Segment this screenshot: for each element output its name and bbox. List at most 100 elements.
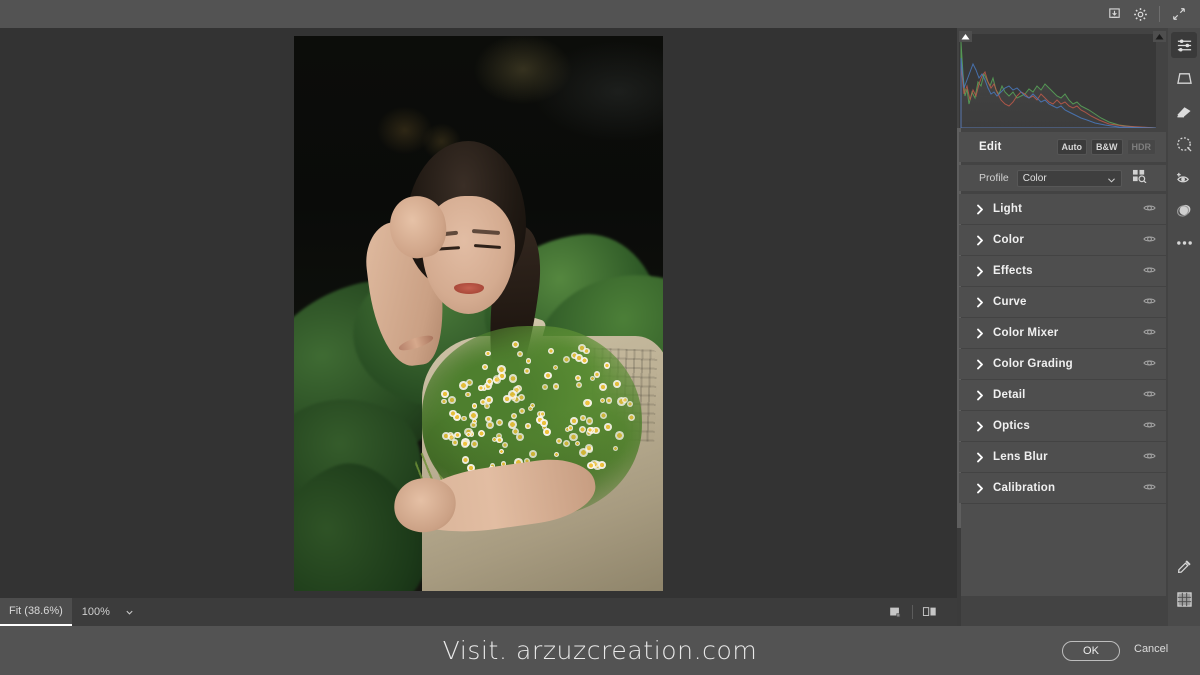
chevron-down-icon: [1107, 176, 1116, 187]
daisy-flower: [465, 391, 471, 398]
edit-sections-list: Light Color Effects Curve Color Mixer Color G…: [957, 194, 1168, 503]
histogram-graph: [959, 34, 1157, 129]
visibility-eye-icon[interactable]: [1143, 200, 1156, 218]
visibility-eye-icon[interactable]: [1143, 479, 1156, 497]
edit-section-light[interactable]: Light: [959, 194, 1166, 224]
visibility-eye-icon[interactable]: [1143, 293, 1156, 311]
daisy-flower: [502, 442, 509, 448]
daisy-flower: [492, 375, 501, 384]
before-after-view-icon[interactable]: [917, 598, 943, 626]
chevron-right-icon[interactable]: [973, 297, 987, 308]
daisy-flower: [584, 443, 593, 452]
histogram-curves: [960, 41, 1157, 129]
chevron-right-icon[interactable]: [973, 359, 987, 370]
daisy-flower: [556, 437, 563, 444]
daisy-flower: [525, 357, 532, 364]
chevron-right-icon[interactable]: [973, 235, 987, 246]
single-view-icon[interactable]: [882, 598, 908, 626]
daisy-flower: [553, 364, 559, 370]
edit-section-calibration[interactable]: Calibration: [959, 473, 1166, 503]
healing-brush-icon[interactable]: [1171, 98, 1197, 124]
daisy-flower: [478, 385, 484, 391]
chevron-right-icon[interactable]: [973, 421, 987, 432]
edit-section-detail[interactable]: Detail: [959, 380, 1166, 410]
crop-geometry-icon[interactable]: [1171, 65, 1197, 91]
daisy-flower: [562, 439, 570, 447]
edit-section-optics[interactable]: Optics: [959, 411, 1166, 441]
gear-icon[interactable]: [1127, 0, 1153, 28]
highlight-clipping-triangle[interactable]: [1153, 29, 1166, 42]
shadow-clipping-triangle[interactable]: [959, 29, 972, 42]
visibility-eye-icon[interactable]: [1143, 231, 1156, 249]
daisy-flower: [540, 418, 549, 427]
photo-preview[interactable]: [294, 36, 663, 591]
profile-row: Profile Color: [959, 165, 1166, 191]
chevron-right-icon[interactable]: [973, 204, 987, 215]
zoom-level-button[interactable]: 100%: [72, 598, 120, 626]
histogram-panel[interactable]: [957, 28, 1168, 129]
daisy-flower: [567, 425, 574, 431]
daisy-flower: [552, 383, 559, 390]
edit-section-curve[interactable]: Curve: [959, 287, 1166, 317]
edit-section-color-mixer[interactable]: Color Mixer: [959, 318, 1166, 348]
edit-section-label: Calibration: [993, 482, 1056, 494]
save-image-icon[interactable]: [1101, 0, 1127, 28]
daisy-flower: [599, 397, 605, 404]
red-eye-icon[interactable]: [1171, 164, 1197, 190]
daisy-flower: [485, 378, 493, 385]
profile-browser-grid-icon[interactable]: [1132, 169, 1147, 188]
edit-sliders-icon[interactable]: [1171, 32, 1197, 58]
edit-section-effects[interactable]: Effects: [959, 256, 1166, 286]
edit-section-label: Optics: [993, 420, 1030, 432]
chevron-right-icon[interactable]: [973, 328, 987, 339]
eyedropper-icon[interactable]: [1171, 553, 1197, 579]
visibility-eye-icon[interactable]: [1143, 386, 1156, 404]
radial-blur-icon[interactable]: [1171, 197, 1197, 223]
edit-section-lens-blur[interactable]: Lens Blur: [959, 442, 1166, 472]
daisy-flower: [524, 368, 530, 374]
right-toolbar: [1168, 28, 1200, 626]
visibility-eye-icon[interactable]: [1143, 355, 1156, 373]
daisy-flower: [485, 350, 492, 357]
visibility-eye-icon[interactable]: [1143, 448, 1156, 466]
daisy-flower: [512, 341, 519, 348]
collapse-arrows-icon[interactable]: [1166, 0, 1192, 28]
daisy-flower: [458, 381, 468, 390]
daisy-flower: [593, 371, 601, 378]
daisy-flower: [528, 449, 537, 458]
chevron-right-icon[interactable]: [973, 483, 987, 494]
visibility-eye-icon[interactable]: [1143, 262, 1156, 280]
chevron-down-icon[interactable]: [120, 598, 140, 626]
visibility-eye-icon[interactable]: [1143, 324, 1156, 342]
daisy-flower: [569, 432, 578, 441]
image-canvas[interactable]: [0, 28, 957, 598]
daisy-flower: [627, 413, 636, 422]
visibility-eye-icon[interactable]: [1143, 417, 1156, 435]
more-options-icon[interactable]: [1171, 230, 1197, 256]
chevron-right-icon[interactable]: [973, 452, 987, 463]
zoom-fit-button[interactable]: Fit (38.6%): [0, 598, 72, 626]
masking-icon[interactable]: [1171, 131, 1197, 157]
edit-section-color-grading[interactable]: Color Grading: [959, 349, 1166, 379]
daisy-flower: [583, 347, 590, 355]
status-bar: Fit (38.6%) 100%: [0, 598, 957, 626]
hdr-button[interactable]: HDR: [1126, 139, 1156, 155]
edit-section-color[interactable]: Color: [959, 225, 1166, 255]
profile-select[interactable]: Color: [1016, 169, 1122, 187]
daisy-flower: [578, 425, 586, 433]
daisy-flower: [627, 400, 634, 407]
cancel-button[interactable]: Cancel: [1134, 643, 1168, 655]
ok-button[interactable]: OK: [1062, 641, 1120, 661]
daisy-flower: [583, 398, 592, 408]
chevron-right-icon[interactable]: [973, 390, 987, 401]
daisy-flower: [603, 362, 611, 369]
edit-section-label: Color: [993, 234, 1025, 246]
daisy-flower: [539, 411, 546, 417]
bw-button[interactable]: B&W: [1091, 139, 1123, 155]
daisy-flower: [605, 397, 613, 404]
grid-overlay-icon[interactable]: [1171, 586, 1197, 612]
daisy-flower: [548, 348, 554, 355]
chevron-right-icon[interactable]: [973, 266, 987, 277]
auto-button[interactable]: Auto: [1056, 139, 1087, 155]
top-toolbar: [0, 0, 1200, 28]
